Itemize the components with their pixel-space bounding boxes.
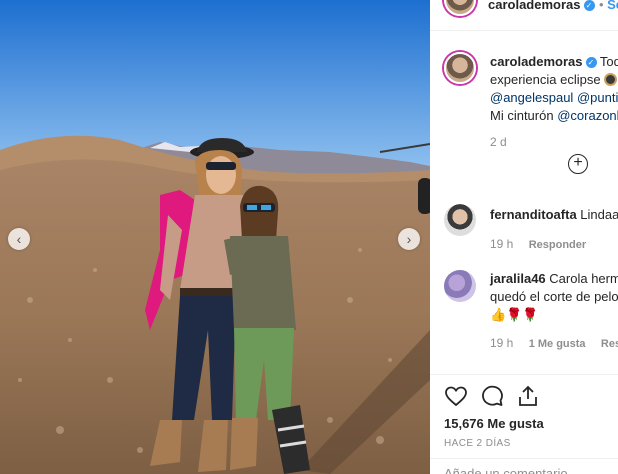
caption-text: Mi cinturón bbox=[490, 108, 554, 123]
comment-emoji: 👍🌹🌹 bbox=[490, 307, 539, 322]
caption-line-1: carolademoras✓ Todo bbox=[490, 53, 618, 71]
previous-photo-button[interactable]: ‹ bbox=[8, 228, 30, 250]
comment-username[interactable]: jaralila46 bbox=[490, 271, 546, 286]
comment-text-row: jaralila46 Carola hermo bbox=[490, 270, 618, 288]
reply-button[interactable]: Responder bbox=[529, 239, 586, 251]
comment-body: fernanditoafta Lindaaa 19 h Responder bbox=[490, 206, 618, 251]
share-icon[interactable] bbox=[516, 384, 540, 408]
comment-time: 19 h bbox=[490, 336, 514, 350]
caption-line-4: Mi cinturón @corazonh bbox=[490, 107, 618, 125]
comment-text: quedó el corte de pelo bbox=[490, 289, 618, 304]
caption-time: 2 d bbox=[490, 135, 507, 149]
header-user-row: carolademoras✓ • Seg bbox=[488, 0, 618, 14]
caption-text-start: Todo bbox=[599, 54, 618, 69]
eclipse-emoji-icon bbox=[604, 73, 618, 86]
caption-line-3: @angelespaul @puntif bbox=[490, 89, 618, 107]
actions-divider bbox=[430, 374, 618, 375]
likes-count[interactable]: 15,676 Me gusta bbox=[444, 416, 544, 431]
load-more-comments-icon[interactable]: + bbox=[568, 154, 588, 174]
comment-avatar[interactable] bbox=[444, 204, 476, 236]
verified-icon: ✓ bbox=[585, 57, 597, 68]
input-divider bbox=[430, 458, 618, 459]
header-divider bbox=[430, 30, 618, 31]
next-photo-button[interactable]: › bbox=[398, 228, 420, 250]
comment-meta-row: 19 h 1 Me gusta Resp bbox=[490, 336, 618, 350]
mention-link[interactable]: @angelespaul bbox=[490, 90, 573, 105]
comment-time: 19 h bbox=[490, 237, 514, 251]
caption-avatar[interactable] bbox=[444, 52, 476, 84]
reply-button[interactable]: Resp bbox=[601, 338, 618, 350]
comment-text: Carola hermo bbox=[549, 271, 618, 286]
post-date: HACE 2 DÍAS bbox=[444, 438, 511, 449]
comment-text-row: fernanditoafta Lindaaa bbox=[490, 206, 618, 224]
comment-likes[interactable]: 1 Me gusta bbox=[529, 338, 586, 350]
post-photo: ‹ › bbox=[0, 0, 430, 474]
header-separator: • bbox=[598, 0, 608, 12]
heart-icon[interactable] bbox=[444, 384, 468, 408]
comment-icon[interactable] bbox=[480, 384, 504, 408]
comment-avatar[interactable] bbox=[444, 270, 476, 302]
follow-button[interactable]: Seg bbox=[607, 0, 618, 12]
comment-username[interactable]: fernanditoafta bbox=[490, 207, 577, 222]
post-side-panel: carolademoras✓ • Seg carolademoras✓ Todo… bbox=[430, 0, 618, 474]
comment-text: Lindaaa bbox=[580, 207, 618, 222]
header-avatar[interactable] bbox=[444, 0, 476, 16]
comment-body: jaralila46 Carola hermo quedó el corte d… bbox=[490, 270, 618, 350]
mention-link[interactable]: @puntif bbox=[577, 90, 618, 105]
eclipse-photo-illustration bbox=[0, 0, 430, 474]
comment-input[interactable]: Añade un comentario... bbox=[444, 466, 578, 474]
caption-username[interactable]: carolademoras bbox=[490, 54, 583, 69]
caption-text-block: carolademoras✓ Todo experiencia eclipse … bbox=[490, 53, 618, 149]
caption-line-2: experiencia eclipse bbox=[490, 71, 618, 89]
header-username[interactable]: carolademoras bbox=[488, 0, 581, 12]
caption-text: experiencia eclipse bbox=[490, 72, 601, 87]
verified-icon: ✓ bbox=[583, 0, 595, 11]
comment-meta-row: 19 h Responder bbox=[490, 237, 618, 251]
mention-link[interactable]: @corazonh bbox=[557, 108, 618, 123]
